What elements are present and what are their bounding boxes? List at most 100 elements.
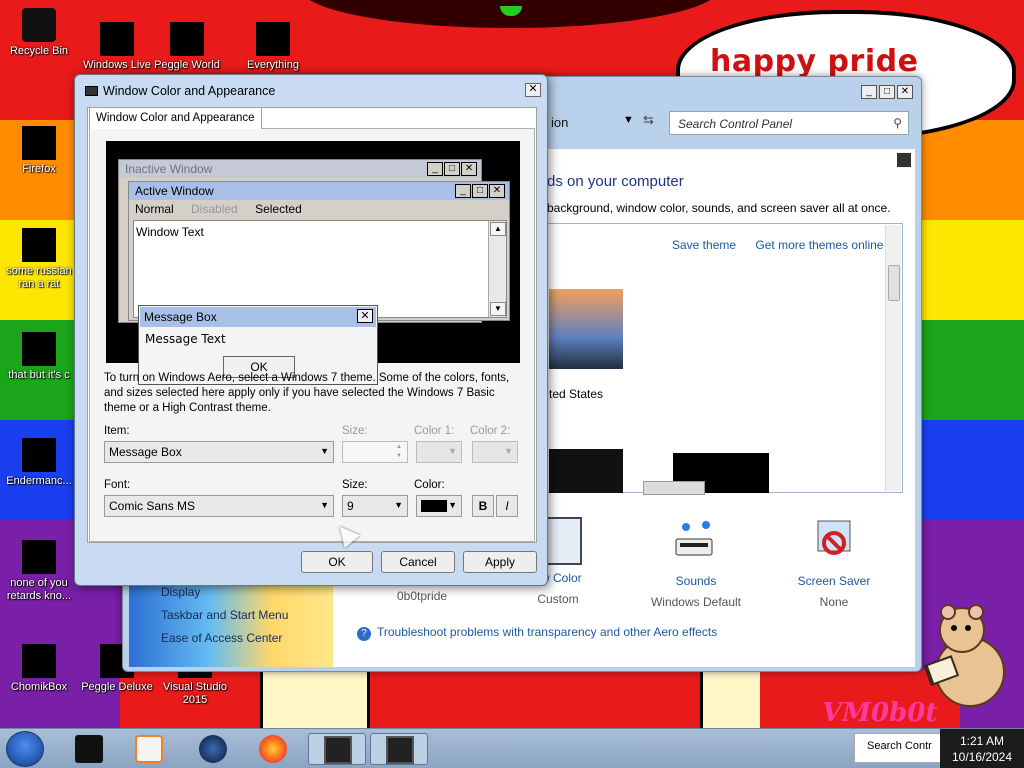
- desktop-icon-chomikbox[interactable]: ChomikBox: [0, 644, 78, 694]
- breadcrumb[interactable]: ion: [551, 115, 568, 130]
- media-player-icon: [135, 735, 163, 763]
- scroll-up-icon[interactable]: ▲: [490, 222, 506, 236]
- taskbar-firefox[interactable]: [244, 733, 302, 765]
- color1-picker[interactable]: ▼: [416, 441, 462, 463]
- chevron-down-icon: ▼: [504, 446, 513, 456]
- system-tray[interactable]: Search Contr: [840, 731, 942, 767]
- monitor-icon: [85, 86, 98, 96]
- themes-scrollbar[interactable]: [885, 225, 901, 491]
- hamster-image: [923, 604, 1005, 707]
- monitor-icon: [324, 736, 352, 764]
- sounds-item[interactable]: Sounds Windows Default: [641, 517, 751, 609]
- desktop-icon-windows-live[interactable]: Windows Live: [78, 22, 156, 72]
- refresh-icon[interactable]: ⇆: [643, 112, 654, 128]
- desktop-icon-endermanch[interactable]: Endermanc...: [0, 438, 78, 488]
- search-placeholder: Search Control Panel: [678, 117, 793, 131]
- taskbar: Search Contr 1:21 AM 10/16/2024: [0, 728, 1024, 768]
- theme-thumbnail-2[interactable]: [549, 449, 623, 493]
- cancel-button[interactable]: Cancel: [381, 551, 455, 573]
- font-size-select[interactable]: 9 ▼: [342, 495, 408, 517]
- see-also-pane: Display Taskbar and Start Menu Ease of A…: [129, 575, 333, 667]
- ok-button[interactable]: OK: [301, 551, 373, 573]
- theme-thumbnail[interactable]: [549, 289, 623, 369]
- tab-window-color[interactable]: Window Color and Appearance: [89, 107, 262, 129]
- menu-normal[interactable]: Normal: [135, 202, 174, 216]
- bold-button[interactable]: B: [472, 495, 494, 517]
- aero-info-text: To turn on Windows Aero, select a Window…: [104, 372, 510, 414]
- color1-label: Color 1:: [414, 425, 455, 437]
- save-theme-link[interactable]: Save theme: [672, 238, 736, 252]
- font-label: Font:: [104, 479, 131, 491]
- get-more-themes-link[interactable]: Get more themes online: [755, 238, 883, 252]
- item-select[interactable]: Message Box ▼: [104, 441, 334, 463]
- taskbar-recycle-bin[interactable]: [60, 733, 118, 765]
- close-icon: ✕: [357, 309, 373, 323]
- italic-button[interactable]: I: [496, 495, 518, 517]
- menu-selected[interactable]: Selected: [255, 202, 302, 216]
- theme-label: ted States: [549, 387, 604, 401]
- desktop-icon-firefox[interactable]: Firefox: [0, 126, 78, 176]
- ease-of-access-link[interactable]: Ease of Access Center: [161, 631, 282, 645]
- chevron-up-icon: ▲: [396, 444, 402, 450]
- taskbar-start-menu-link[interactable]: Taskbar and Start Menu: [161, 608, 288, 622]
- start-button[interactable]: [6, 731, 44, 767]
- font-size-label: Size:: [342, 479, 368, 491]
- message-text: Message Text: [145, 332, 226, 346]
- search-icon[interactable]: ⚲: [893, 116, 902, 130]
- maximize-button[interactable]: □: [879, 85, 895, 99]
- chevron-down-icon[interactable]: ▼: [623, 114, 634, 126]
- taskbar-app[interactable]: [184, 733, 242, 765]
- theme-thumbnail-4[interactable]: [643, 481, 705, 495]
- page-heading: ds on your computer: [547, 173, 684, 190]
- maximize-icon: □: [444, 162, 460, 176]
- window-stack-icon: [22, 332, 56, 366]
- current-theme-name: 0b0tpride: [397, 589, 448, 603]
- maximize-icon: □: [472, 184, 488, 198]
- recycle-bin-icon: [22, 8, 56, 42]
- screen-saver-icon: [817, 520, 851, 555]
- preview-scrollbar[interactable]: ▲ ▼: [488, 221, 506, 317]
- desktop-icon-everything[interactable]: Everything: [234, 22, 312, 72]
- window-text-area[interactable]: Window Text ▲ ▼: [133, 220, 507, 318]
- search-input[interactable]: Search Control Panel ⚲: [669, 111, 909, 135]
- color2-picker[interactable]: ▼: [472, 441, 518, 463]
- font-color-picker[interactable]: ▼: [416, 495, 462, 517]
- desktop-icon-that-but-its[interactable]: that but it's c: [0, 332, 78, 382]
- apply-button[interactable]: Apply: [463, 551, 537, 573]
- terminal-icon: [22, 438, 56, 472]
- help-icon[interactable]: [897, 153, 911, 167]
- font-select[interactable]: Comic Sans MS ▼: [104, 495, 334, 517]
- chevron-down-icon: ▼: [396, 453, 402, 459]
- tray-search-text[interactable]: Search Contr: [854, 733, 942, 763]
- desktop-icon-none-of-you[interactable]: none of you retards kno...: [0, 540, 78, 603]
- chevron-down-icon: ▼: [448, 500, 457, 510]
- close-button[interactable]: ✕: [525, 83, 541, 97]
- item-label: Item:: [104, 425, 130, 437]
- close-button[interactable]: ✕: [897, 85, 913, 99]
- firefox-icon: [259, 735, 287, 763]
- taskbar-media-player[interactable]: [120, 733, 178, 765]
- chevron-down-icon: ▼: [320, 500, 329, 510]
- scroll-down-icon[interactable]: ▼: [490, 302, 506, 316]
- color-label: Color:: [414, 479, 445, 491]
- display-link[interactable]: Display: [161, 585, 200, 599]
- clock[interactable]: 1:21 AM 10/16/2024: [940, 729, 1024, 768]
- desktop-icon-recycle-bin[interactable]: Recycle Bin: [0, 8, 78, 58]
- minimize-button[interactable]: _: [861, 85, 877, 99]
- item-size-stepper[interactable]: ▲ ▼: [342, 441, 408, 463]
- troubleshoot-link[interactable]: ? Troubleshoot problems with transparency…: [357, 625, 717, 641]
- taskbar-personalization[interactable]: [308, 733, 366, 765]
- desktop-icon-russian-rat[interactable]: some russian ran a rat: [0, 228, 78, 291]
- appearance-preview[interactable]: Inactive Window _ □ ✕ Active Window _ □ …: [106, 141, 520, 385]
- window-color-appearance-dialog[interactable]: Window Color and Appearance ✕ Inactive W…: [74, 74, 548, 586]
- chevron-down-icon: ▼: [394, 500, 403, 510]
- desktop-icon-peggle-world[interactable]: Peggle World: [148, 22, 226, 72]
- menu-disabled[interactable]: Disabled: [191, 202, 238, 216]
- active-window-title: Active Window: [129, 182, 509, 200]
- firefox-icon: [22, 126, 56, 160]
- active-window-preview[interactable]: Active Window _ □ ✕ Normal Disabled Sele…: [128, 181, 510, 321]
- chevron-down-icon: ▼: [320, 446, 329, 456]
- screen-saver-item[interactable]: Screen Saver None: [779, 517, 889, 609]
- taskbar-window-color[interactable]: [370, 733, 428, 765]
- close-icon: ✕: [461, 162, 477, 176]
